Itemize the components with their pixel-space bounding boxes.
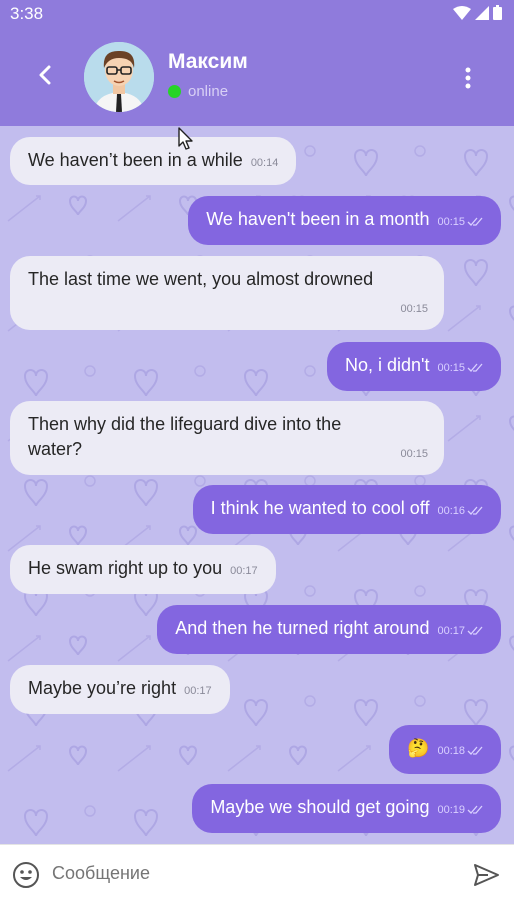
message-text: He swam right up to you [28,558,223,578]
online-indicator [168,85,181,98]
online-status: online [188,83,229,100]
menu-button[interactable] [458,64,478,92]
contact-name: Максим [168,50,248,73]
status-bar: 3:38 [0,0,514,28]
message-outgoing[interactable]: No, i didn't 00:15 [326,342,501,391]
back-button[interactable] [30,60,60,90]
message-outgoing[interactable]: Maybe we should get going 00:19 [192,784,501,833]
message-time: 00:15 [400,303,428,315]
wifi-icon [453,5,471,20]
status-time: 3:38 [10,4,44,23]
battery-icon [493,5,502,20]
message-emoji: 🤔 [407,738,430,758]
message-time: 00:15 [437,216,465,228]
chevron-left-icon [39,65,51,85]
message-incoming[interactable]: Maybe you’re right 00:17 [10,665,230,714]
double-check-icon [467,217,483,226]
message-incoming[interactable]: Then why did the lifeguard dive into the… [10,401,444,475]
message-time: 00:15 [400,448,428,460]
message-incoming[interactable]: The last time we went, you almost drowne… [10,256,444,330]
message-time: 00:18 [437,745,465,757]
message-composer [0,844,514,907]
double-check-icon [467,746,483,755]
avatar[interactable] [84,42,154,112]
message-time: 00:14 [250,157,279,169]
message-text: Maybe you’re right [28,678,177,698]
send-icon[interactable] [472,861,500,889]
message-incoming[interactable]: He swam right up to you 00:17 [10,545,276,594]
double-check-icon [467,805,483,814]
message-outgoing[interactable]: And then he turned right around 00:17 [157,605,501,654]
message-text: Then why did the lifeguard dive into the… [28,414,342,459]
message-time: 00:17 [437,625,465,637]
double-check-icon [467,506,483,515]
message-incoming[interactable]: We haven’t been in a while 00:14 [10,137,297,185]
message-text: And then he turned right around [175,618,430,638]
double-check-icon [467,626,483,635]
message-text: Maybe we should get going [210,797,430,817]
message-text: We haven’t been in a while [28,150,243,170]
message-text: No, i didn't [344,355,430,375]
message-text: We haven't been in a month [206,209,430,229]
more-vert-icon [465,67,471,89]
double-check-icon [467,363,483,372]
status-icons [453,5,502,20]
message-list[interactable]: We haven’t been in a while 00:14 We haven… [0,126,514,844]
message-input[interactable] [52,863,452,884]
message-outgoing[interactable]: I think he wanted to cool off 00:16 [192,485,501,534]
message-time: 00:17 [230,565,258,577]
message-time: 00:17 [184,685,212,697]
emoji-icon[interactable] [12,861,40,889]
message-outgoing[interactable]: We haven't been in a month 00:15 [188,196,501,245]
message-time: 00:15 [437,362,465,374]
mouse-cursor-icon [178,127,193,150]
signal-icon [475,5,489,20]
message-time: 00:16 [437,505,465,517]
chat-header: Максим online [0,28,514,126]
message-outgoing[interactable]: 🤔 00:18 [389,725,501,774]
message-text: The last time we went, you almost drowne… [28,269,374,289]
message-time: 00:19 [437,804,465,816]
message-text: I think he wanted to cool off [210,498,430,518]
avatar-man-glasses-icon [84,42,154,112]
